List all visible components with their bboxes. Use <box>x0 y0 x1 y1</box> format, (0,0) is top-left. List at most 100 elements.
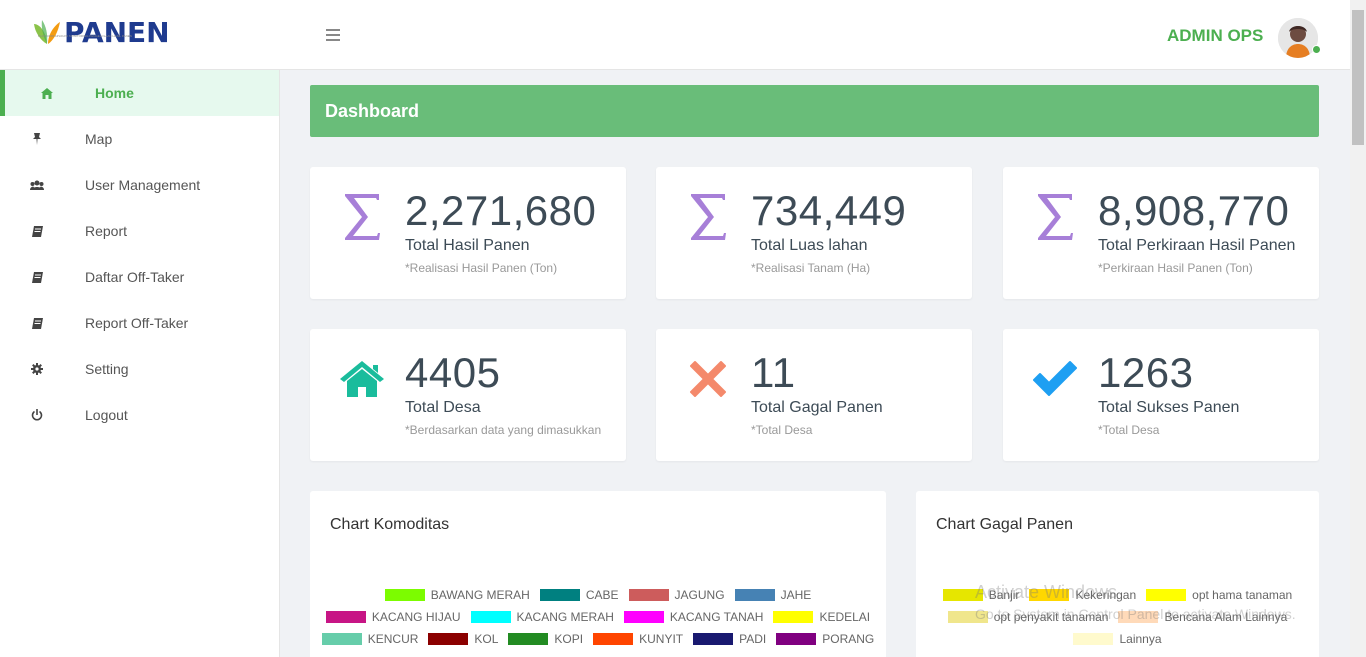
card-label: Total Desa <box>405 399 481 416</box>
legend-swatch <box>593 633 634 645</box>
sidebar-item-label: Daftar Off-Taker <box>85 269 185 285</box>
sidebar-item-daftar-off-taker[interactable]: Daftar Off-Taker <box>0 254 279 300</box>
card-value: 11 <box>751 349 796 396</box>
chart-legend-row: KENCUR KOL KOPI KUNYIT PADI PORANG <box>310 632 886 646</box>
legend-swatch <box>628 589 669 601</box>
legend-item[interactable]: PADI <box>693 632 766 646</box>
card-subtitle: *Realisasi Hasil Panen (Ton) <box>405 261 558 275</box>
stat-card-total-luas-lahan: 734,449 Total Luas lahan *Realisasi Tana… <box>656 167 972 299</box>
chart-komoditas-panel: Chart Komoditas BAWANG MERAH CABE JAGUNG… <box>310 491 886 657</box>
top-bar: PANEN PLATFORM APLIKASI MONITORING PENGE… <box>0 0 1350 70</box>
sidebar-item-label: Map <box>85 131 113 147</box>
stat-card-total-perkiraan: 8,908,770 Total Perkiraan Hasil Panen *P… <box>1003 167 1319 299</box>
legend-label: BAWANG MERAH <box>430 588 530 602</box>
legend-swatch <box>693 633 734 645</box>
sidebar-item-user-management[interactable]: User Management <box>0 162 279 208</box>
legend-item[interactable]: KACANG HIJAU <box>325 610 461 624</box>
sidebar-item-report[interactable]: Report <box>0 208 279 254</box>
legend-item[interactable]: JAHE <box>734 588 811 602</box>
card-label: Total Luas lahan <box>751 237 868 254</box>
sigma-icon <box>338 189 386 245</box>
sidebar-item-label: Report <box>85 223 128 239</box>
chart-komoditas-title: Chart Komoditas <box>330 516 450 533</box>
activation-watermark: Activate Windows <box>975 582 1118 602</box>
sigma-icon <box>1031 189 1079 245</box>
legend-item[interactable]: opt hama tanaman <box>1146 588 1292 602</box>
chart-legend-row: Lainnya <box>916 632 1319 646</box>
legend-item[interactable]: KACANG TANAH <box>623 610 763 624</box>
sidebar-item-label: Report Off-Taker <box>85 315 189 331</box>
logo-text: PANEN <box>64 16 170 49</box>
legend-item[interactable]: BAWANG MERAH <box>384 588 530 602</box>
sidebar-item-report-off-taker[interactable]: Report Off-Taker <box>0 300 279 346</box>
menu-toggle-icon[interactable] <box>322 24 344 46</box>
card-value: 8,908,770 <box>1098 187 1290 234</box>
legend-item[interactable]: KENCUR <box>321 632 419 646</box>
user-name[interactable]: ADMIN OPS <box>1167 26 1263 46</box>
card-subtitle: *Berdasarkan data yang dimasukkan <box>405 423 602 437</box>
legend-swatch <box>508 633 549 645</box>
legend-swatch <box>1073 633 1114 645</box>
legend-label: KUNYIT <box>639 632 684 646</box>
sidebar-item-logout[interactable]: Logout <box>0 392 279 438</box>
card-label: Total Sukses Panen <box>1098 399 1240 416</box>
legend-label: KOPI <box>554 632 584 646</box>
sidebar-item-map[interactable]: Map <box>0 116 279 162</box>
legend-item[interactable]: KUNYIT <box>593 632 683 646</box>
legend-item[interactable]: KOL <box>428 632 498 646</box>
legend-label: opt hama tanaman <box>1192 588 1293 602</box>
legend-label: KENCUR <box>367 632 419 646</box>
legend-swatch <box>539 589 580 601</box>
legend-item[interactable]: PORANG <box>776 632 874 646</box>
legend-item[interactable]: KOPI <box>508 632 583 646</box>
legend-swatch <box>321 633 362 645</box>
book-icon <box>30 316 44 330</box>
pin-icon <box>30 132 44 146</box>
legend-item[interactable]: KACANG MERAH <box>470 610 614 624</box>
legend-label: CABE <box>585 588 619 602</box>
chart-legend-row: BAWANG MERAH CABE JAGUNG JAHE <box>310 588 886 602</box>
card-label: Total Perkiraan Hasil Panen <box>1098 237 1296 254</box>
legend-swatch <box>325 611 366 623</box>
users-icon <box>30 178 44 192</box>
power-icon <box>30 408 44 422</box>
legend-swatch <box>734 589 775 601</box>
card-label: Total Hasil Panen <box>405 237 530 254</box>
stat-card-total-desa: 4405 Total Desa *Berdasarkan data yang d… <box>310 329 626 461</box>
legend-swatch <box>773 611 814 623</box>
legend-label: PADI <box>739 632 767 646</box>
legend-label: PORANG <box>822 632 875 646</box>
legend-item[interactable]: JAGUNG <box>628 588 725 602</box>
scrollbar-thumb[interactable] <box>1352 10 1364 145</box>
sidebar-item-setting[interactable]: Setting <box>0 346 279 392</box>
legend-swatch <box>428 633 469 645</box>
sidebar-item-label: Logout <box>85 407 128 423</box>
legend-label: KOL <box>474 632 499 646</box>
page-header: Dashboard <box>310 85 1319 137</box>
legend-swatch <box>384 589 425 601</box>
legend-label: Lainnya <box>1119 632 1162 646</box>
sidebar-item-home[interactable]: Home <box>0 70 279 116</box>
legend-swatch <box>470 611 511 623</box>
chart-legend-row: KACANG HIJAU KACANG MERAH KACANG TANAH K… <box>310 610 886 624</box>
legend-item[interactable]: KEDELAI <box>773 610 870 624</box>
legend-item[interactable]: Lainnya <box>1073 632 1162 646</box>
card-value: 4405 <box>405 349 501 396</box>
sidebar-item-label: Home <box>95 85 134 101</box>
gear-icon <box>30 362 44 376</box>
card-value: 734,449 <box>751 187 907 234</box>
book-icon <box>30 270 44 284</box>
chart-gagal-panen-panel: Chart Gagal Panen Banjir Kekeringan opt … <box>916 491 1319 657</box>
home-icon <box>40 86 54 100</box>
check-icon <box>1031 351 1079 407</box>
book-icon <box>30 224 44 238</box>
stat-card-total-sukses-panen: 1263 Total Sukses Panen *Total Desa <box>1003 329 1319 461</box>
sigma-icon <box>684 189 732 245</box>
legend-item[interactable]: CABE <box>539 588 619 602</box>
card-value: 1263 <box>1098 349 1194 396</box>
house-icon <box>338 351 386 407</box>
legend-label: KACANG HIJAU <box>371 610 461 624</box>
page-scrollbar[interactable] <box>1350 0 1366 657</box>
card-subtitle: *Perkiraan Hasil Panen (Ton) <box>1098 261 1253 275</box>
online-status-dot <box>1312 45 1321 54</box>
